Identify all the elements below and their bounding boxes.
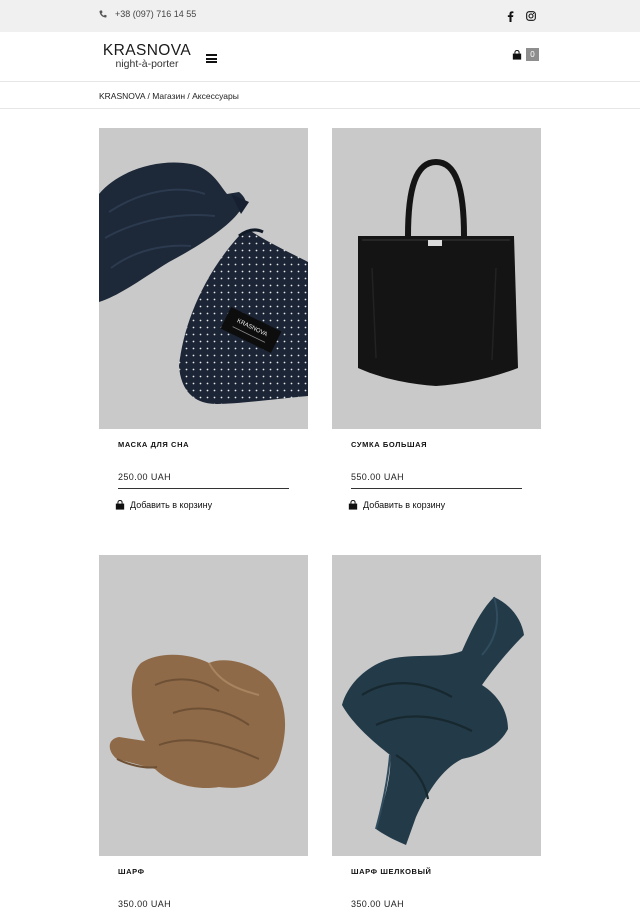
product-image-large-bag[interactable] bbox=[332, 128, 541, 429]
cart-count-badge: 0 bbox=[526, 48, 539, 61]
add-to-cart-label: Добавить в корзину bbox=[130, 500, 213, 510]
product-card-scarf: ШАРФ 350.00 UAH bbox=[99, 555, 308, 909]
brown-scarf-photo bbox=[109, 654, 286, 789]
add-to-cart-button[interactable]: Добавить в корзину bbox=[115, 500, 308, 510]
product-image-scarf[interactable] bbox=[99, 555, 308, 856]
phone-icon bbox=[99, 10, 107, 18]
logo-tagline: night-à-porter bbox=[115, 58, 179, 70]
product-name[interactable]: ШАРФ bbox=[118, 867, 308, 876]
tote-bag-photo bbox=[358, 158, 518, 386]
breadcrumb-shop[interactable]: Магазин bbox=[152, 91, 185, 101]
phone-contact[interactable]: +38 (097) 716 14 55 bbox=[99, 9, 196, 19]
product-name[interactable]: ШАРФ ШЕЛКОВЫЙ bbox=[351, 867, 541, 876]
sleep-mask-photo: KRASNOVA bbox=[99, 162, 308, 404]
breadcrumb-home[interactable]: KRASNOVA bbox=[99, 91, 145, 101]
product-image-silk-scarf[interactable] bbox=[332, 555, 541, 856]
silk-scarf-photo bbox=[342, 596, 524, 845]
instagram-icon[interactable] bbox=[524, 9, 538, 23]
product-price: 350.00 UAH bbox=[351, 899, 405, 909]
cart-button[interactable]: 0 bbox=[512, 48, 539, 61]
add-to-cart-button[interactable]: Добавить в корзину bbox=[348, 500, 541, 510]
product-name[interactable]: СУМКА БОЛЬШАЯ bbox=[351, 440, 541, 449]
logo-wordmark: KRASNOVA bbox=[102, 42, 192, 59]
product-name[interactable]: МАСКА ДЛЯ СНА bbox=[118, 440, 308, 449]
top-bar: +38 (097) 716 14 55 bbox=[0, 0, 640, 32]
product-card-silk-scarf: ШАРФ ШЕЛКОВЫЙ 350.00 UAH bbox=[332, 555, 541, 909]
cart-icon bbox=[348, 500, 358, 510]
product-image-sleep-mask[interactable]: KRASNOVA bbox=[99, 128, 308, 429]
phone-number[interactable]: +38 (097) 716 14 55 bbox=[115, 9, 196, 19]
add-to-cart-label: Добавить в корзину bbox=[363, 500, 446, 510]
product-price: 250.00 UAH bbox=[118, 472, 172, 482]
cart-icon bbox=[115, 500, 125, 510]
cart-icon bbox=[512, 49, 522, 60]
divider bbox=[118, 488, 289, 489]
product-card-large-bag: СУМКА БОЛЬШАЯ 550.00 UAH Добавить в корз… bbox=[332, 128, 541, 510]
site-header: KRASNOVA night-à-porter 0 bbox=[0, 32, 640, 82]
breadcrumb-current: Аксессуары bbox=[192, 91, 239, 101]
menu-icon[interactable] bbox=[206, 54, 217, 63]
facebook-icon[interactable] bbox=[503, 9, 517, 23]
product-card-sleep-mask: KRASNOVA МАСКА ДЛЯ СНА 250.00 UAH Добави… bbox=[99, 128, 308, 510]
breadcrumb: KRASNOVA / Магазин / Аксессуары bbox=[0, 82, 640, 109]
product-price: 550.00 UAH bbox=[351, 472, 405, 482]
divider bbox=[351, 488, 522, 489]
product-price: 350.00 UAH bbox=[118, 899, 172, 909]
site-logo[interactable]: KRASNOVA night-à-porter bbox=[99, 43, 195, 70]
